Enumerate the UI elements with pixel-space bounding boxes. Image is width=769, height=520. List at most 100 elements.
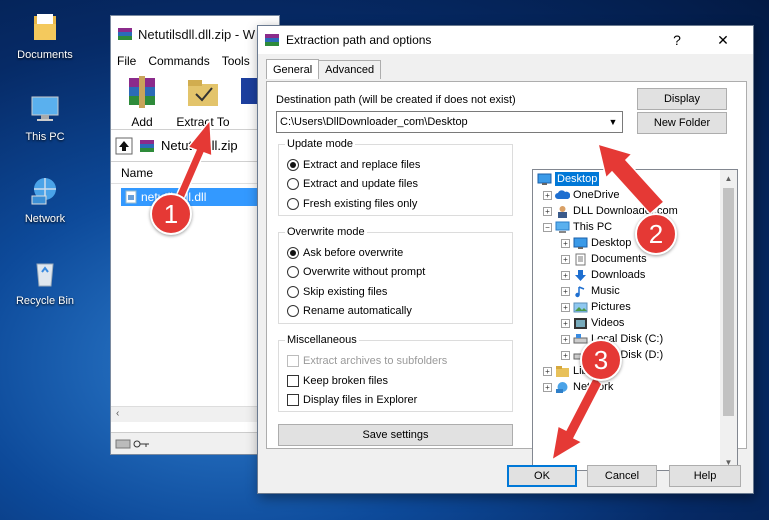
checkbox-extract-subfolders[interactable]: Extract archives to subfolders xyxy=(287,355,447,367)
miscellaneous-group: Miscellaneous Extract archives to subfol… xyxy=(278,334,513,412)
desktop-icon-network[interactable]: Network xyxy=(5,176,85,225)
archive-path[interactable]: Netutilsdll.zip xyxy=(161,138,238,153)
save-settings-button[interactable]: Save settings xyxy=(278,424,513,446)
desktop-icon-label: Documents xyxy=(17,49,73,61)
tree-node-label: Videos xyxy=(591,317,625,329)
miscellaneous-title: Miscellaneous xyxy=(285,334,359,346)
option-label: Keep broken files xyxy=(303,375,388,387)
tree-node-label: Network xyxy=(573,381,614,393)
scroll-up-icon[interactable]: ▲ xyxy=(720,170,737,186)
option-label: Rename automatically xyxy=(303,305,412,317)
close-icon[interactable]: ✕ xyxy=(703,26,743,54)
column-header-name[interactable]: Name xyxy=(111,162,279,184)
expand-icon[interactable]: + xyxy=(561,238,570,248)
tab-general[interactable]: General xyxy=(266,59,320,79)
tree-node-music[interactable]: + Music xyxy=(561,283,620,299)
dialog-title: Extraction path and options xyxy=(286,33,432,47)
expand-icon[interactable]: + xyxy=(561,254,570,264)
general-panel: Destination path (will be created if doe… xyxy=(266,81,747,471)
destination-path-combo[interactable]: C:\Users\DllDownloader_com\Desktop ▼ xyxy=(276,111,623,133)
tab-strip: General Advanced xyxy=(266,59,382,79)
option-label: Fresh existing files only xyxy=(303,198,418,210)
tree-node-videos[interactable]: + Videos xyxy=(561,315,624,331)
radio-checked xyxy=(287,247,299,259)
tree-node-documents[interactable]: + Documents xyxy=(561,251,647,267)
desktop-icon-recycle-bin[interactable]: Recycle Bin xyxy=(5,258,85,307)
expand-icon[interactable]: + xyxy=(543,206,552,216)
option-label: Display files in Explorer xyxy=(303,394,418,406)
expand-icon[interactable]: + xyxy=(543,382,552,392)
radio-overwrite-without-prompt[interactable]: Overwrite without prompt xyxy=(287,266,425,278)
tree-node-label: Music xyxy=(591,285,620,297)
checkbox-display-explorer[interactable]: Display files in Explorer xyxy=(287,394,417,406)
tree-node-downloads[interactable]: + Downloads xyxy=(561,267,645,283)
winrar-toolbar: Add Extract To xyxy=(111,70,279,130)
tree-node-label: Desktop xyxy=(591,237,632,249)
menu-tools[interactable]: Tools xyxy=(222,54,250,68)
expand-icon[interactable]: + xyxy=(561,318,570,328)
desktop-icon xyxy=(537,173,552,185)
add-button[interactable]: Add xyxy=(117,74,167,129)
winrar-title: Netutilsdll.dll.zip - W xyxy=(138,26,256,42)
file-row[interactable]: netutilsdll.dll xyxy=(121,188,271,206)
radio-skip-existing[interactable]: Skip existing files xyxy=(287,286,387,298)
chevron-down-icon[interactable]: ▼ xyxy=(604,112,622,132)
tree-node-network[interactable]: + Network xyxy=(543,379,613,395)
radio-rename-automatically[interactable]: Rename automatically xyxy=(287,305,412,317)
network-icon xyxy=(556,381,568,393)
radio-ask-before[interactable]: Ask before overwrite xyxy=(287,247,403,259)
menu-commands[interactable]: Commands xyxy=(148,54,209,68)
winrar-titlebar[interactable]: Netutilsdll.dll.zip - W xyxy=(111,16,279,52)
checkbox-keep-broken[interactable]: Keep broken files xyxy=(287,375,388,387)
radio-extract-replace[interactable]: Extract and replace files xyxy=(287,159,420,171)
computer-icon xyxy=(555,221,570,233)
expand-icon[interactable]: + xyxy=(543,366,552,376)
folder-tree[interactable]: Desktop + OneDrive + DLL Downloader.com … xyxy=(532,169,738,471)
dialog-titlebar[interactable]: Extraction path and options ? ✕ xyxy=(258,26,753,54)
up-folder-icon[interactable] xyxy=(115,137,133,155)
horizontal-scrollbar[interactable]: ‹ xyxy=(111,406,279,422)
tree-node-onedrive[interactable]: + OneDrive xyxy=(543,187,619,203)
tree-node-label: OneDrive xyxy=(573,189,620,201)
option-label: Skip existing files xyxy=(303,286,388,298)
drive-icon xyxy=(573,333,588,343)
tree-node-pc-desktop[interactable]: + Desktop xyxy=(561,235,631,251)
new-folder-button[interactable]: New Folder xyxy=(637,112,727,134)
expand-icon[interactable]: + xyxy=(561,302,570,312)
network-icon xyxy=(31,178,56,205)
cancel-button[interactable]: Cancel xyxy=(587,465,657,487)
drive-key-icon xyxy=(115,439,149,449)
tab-advanced[interactable]: Advanced xyxy=(318,60,382,79)
tree-node-desktop[interactable]: Desktop xyxy=(537,171,600,187)
dll-file-icon xyxy=(125,190,137,204)
extract-to-button[interactable]: Extract To xyxy=(175,74,231,129)
menu-file[interactable]: File xyxy=(117,54,136,68)
tree-vertical-scrollbar[interactable]: ▲ ▼ xyxy=(720,170,737,470)
scrollbar-thumb[interactable] xyxy=(723,188,734,416)
collapse-icon[interactable]: − xyxy=(543,222,552,232)
expand-icon[interactable]: + xyxy=(561,334,570,344)
expand-icon[interactable]: + xyxy=(561,286,570,296)
radio-extract-update[interactable]: Extract and update files xyxy=(287,178,418,190)
help-titlebar-button[interactable]: ? xyxy=(657,26,697,54)
radio-fresh-existing[interactable]: Fresh existing files only xyxy=(287,198,417,210)
help-button[interactable]: Help xyxy=(669,465,741,487)
tree-node-this-pc[interactable]: − This PC xyxy=(543,219,612,235)
expand-icon[interactable]: + xyxy=(561,270,570,280)
tree-node-label: This PC xyxy=(573,221,613,233)
tree-node-pictures[interactable]: + Pictures xyxy=(561,299,631,315)
winrar-app-icon xyxy=(265,34,279,46)
radio-unchecked xyxy=(287,286,299,298)
expand-icon[interactable]: + xyxy=(543,190,552,200)
desktop-icon-documents[interactable]: Documents xyxy=(5,12,85,61)
winrar-address-bar: Netutilsdll.zip xyxy=(111,130,279,162)
expand-icon[interactable]: + xyxy=(561,350,570,360)
extraction-dialog: Extraction path and options ? ✕ General … xyxy=(257,25,754,494)
display-button[interactable]: Display xyxy=(637,88,727,110)
desktop-icon-this-pc[interactable]: This PC xyxy=(5,94,85,143)
scroll-left-icon[interactable]: ‹ xyxy=(116,408,119,419)
overwrite-mode-group: Overwrite mode Ask before overwrite Over… xyxy=(278,226,513,324)
ok-button[interactable]: OK xyxy=(507,465,577,487)
radio-unchecked xyxy=(287,266,299,278)
extract-to-label: Extract To xyxy=(176,115,230,129)
